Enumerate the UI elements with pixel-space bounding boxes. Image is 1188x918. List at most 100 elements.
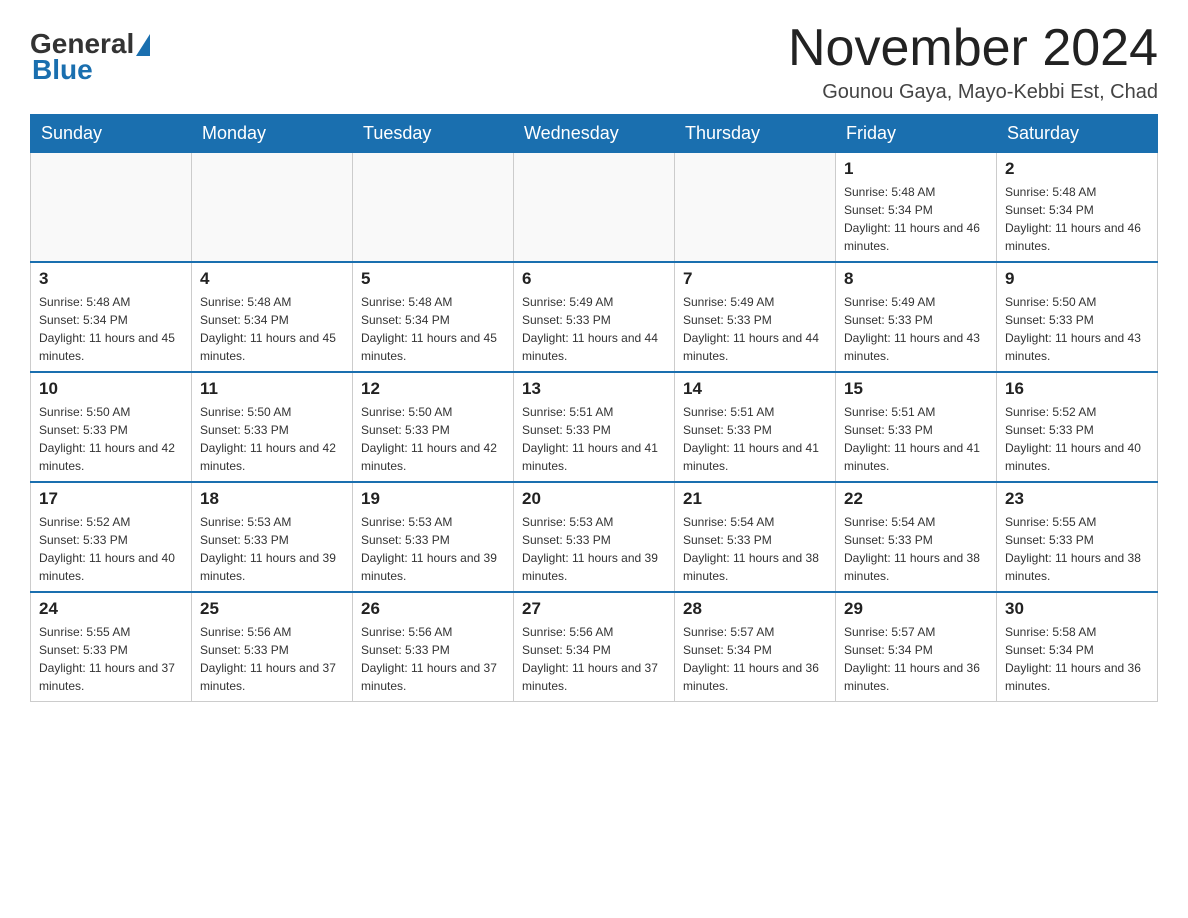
day-info: Sunrise: 5:52 AMSunset: 5:33 PMDaylight:…	[39, 513, 183, 585]
day-number: 22	[844, 489, 988, 509]
day-info: Sunrise: 5:48 AMSunset: 5:34 PMDaylight:…	[361, 293, 505, 365]
calendar-cell: 19 Sunrise: 5:53 AMSunset: 5:33 PMDayligh…	[353, 482, 514, 592]
weekday-header-saturday: Saturday	[997, 115, 1158, 153]
calendar-week-2: 3 Sunrise: 5:48 AMSunset: 5:34 PMDaylight…	[31, 262, 1158, 372]
calendar-cell: 3 Sunrise: 5:48 AMSunset: 5:34 PMDaylight…	[31, 262, 192, 372]
calendar-cell: 22 Sunrise: 5:54 AMSunset: 5:33 PMDayligh…	[836, 482, 997, 592]
day-info: Sunrise: 5:55 AMSunset: 5:33 PMDaylight:…	[39, 623, 183, 695]
day-number: 24	[39, 599, 183, 619]
calendar-cell: 29 Sunrise: 5:57 AMSunset: 5:34 PMDayligh…	[836, 592, 997, 702]
day-info: Sunrise: 5:49 AMSunset: 5:33 PMDaylight:…	[683, 293, 827, 365]
calendar-cell: 15Sunrise: 5:51 AMSunset: 5:33 PMDayligh…	[836, 372, 997, 482]
day-number: 12	[361, 379, 505, 399]
calendar-cell: 21 Sunrise: 5:54 AMSunset: 5:33 PMDayligh…	[675, 482, 836, 592]
day-info: Sunrise: 5:53 AMSunset: 5:33 PMDaylight:…	[361, 513, 505, 585]
day-number: 20	[522, 489, 666, 509]
day-info: Sunrise: 5:54 AMSunset: 5:33 PMDaylight:…	[844, 513, 988, 585]
calendar-cell	[192, 153, 353, 263]
calendar-cell: 12 Sunrise: 5:50 AMSunset: 5:33 PMDayligh…	[353, 372, 514, 482]
day-info: Sunrise: 5:52 AMSunset: 5:33 PMDaylight:…	[1005, 403, 1149, 475]
day-info: Sunrise: 5:50 AMSunset: 5:33 PMDaylight:…	[361, 403, 505, 475]
day-info: Sunrise: 5:48 AMSunset: 5:34 PMDaylight:…	[844, 183, 988, 255]
day-number: 27	[522, 599, 666, 619]
day-number: 8	[844, 269, 988, 289]
calendar-week-4: 17 Sunrise: 5:52 AMSunset: 5:33 PMDayligh…	[31, 482, 1158, 592]
day-info: Sunrise: 5:50 AMSunset: 5:33 PMDaylight:…	[1005, 293, 1149, 365]
day-number: 26	[361, 599, 505, 619]
day-number: 17	[39, 489, 183, 509]
calendar-cell: 5 Sunrise: 5:48 AMSunset: 5:34 PMDaylight…	[353, 262, 514, 372]
calendar-cell: 2 Sunrise: 5:48 AMSunset: 5:34 PMDaylight…	[997, 153, 1158, 263]
day-info: Sunrise: 5:56 AMSunset: 5:34 PMDaylight:…	[522, 623, 666, 695]
calendar-week-5: 24 Sunrise: 5:55 AMSunset: 5:33 PMDayligh…	[31, 592, 1158, 702]
calendar-cell: 20Sunrise: 5:53 AMSunset: 5:33 PMDayligh…	[514, 482, 675, 592]
day-number: 21	[683, 489, 827, 509]
day-info: Sunrise: 5:48 AMSunset: 5:34 PMDaylight:…	[200, 293, 344, 365]
day-number: 2	[1005, 159, 1149, 179]
day-info: Sunrise: 5:53 AMSunset: 5:33 PMDaylight:…	[200, 513, 344, 585]
calendar-week-1: 1Sunrise: 5:48 AMSunset: 5:34 PMDaylight…	[31, 153, 1158, 263]
day-info: Sunrise: 5:50 AMSunset: 5:33 PMDaylight:…	[200, 403, 344, 475]
calendar-cell: 10 Sunrise: 5:50 AMSunset: 5:33 PMDayligh…	[31, 372, 192, 482]
day-number: 23	[1005, 489, 1149, 509]
day-info: Sunrise: 5:48 AMSunset: 5:34 PMDaylight:…	[1005, 183, 1149, 255]
calendar-table: SundayMondayTuesdayWednesdayThursdayFrid…	[30, 114, 1158, 702]
calendar-cell: 13 Sunrise: 5:51 AMSunset: 5:33 PMDayligh…	[514, 372, 675, 482]
calendar-cell	[353, 153, 514, 263]
month-title: November 2024	[788, 20, 1158, 77]
calendar-cell: 7 Sunrise: 5:49 AMSunset: 5:33 PMDaylight…	[675, 262, 836, 372]
logo-blue-text: Blue	[32, 54, 93, 86]
day-number: 18	[200, 489, 344, 509]
title-area: November 2024 Gounou Gaya, Mayo-Kebbi Es…	[788, 20, 1158, 104]
calendar-cell: 17 Sunrise: 5:52 AMSunset: 5:33 PMDayligh…	[31, 482, 192, 592]
weekday-header-wednesday: Wednesday	[514, 115, 675, 153]
day-number: 25	[200, 599, 344, 619]
day-info: Sunrise: 5:58 AMSunset: 5:34 PMDaylight:…	[1005, 623, 1149, 695]
calendar-cell: 27 Sunrise: 5:56 AMSunset: 5:34 PMDayligh…	[514, 592, 675, 702]
day-number: 15	[844, 379, 988, 399]
day-number: 19	[361, 489, 505, 509]
day-number: 13	[522, 379, 666, 399]
calendar-body: 1Sunrise: 5:48 AMSunset: 5:34 PMDaylight…	[31, 153, 1158, 702]
logo: General Blue	[30, 30, 150, 86]
calendar-cell: 8Sunrise: 5:49 AMSunset: 5:33 PMDaylight…	[836, 262, 997, 372]
day-number: 7	[683, 269, 827, 289]
day-number: 16	[1005, 379, 1149, 399]
day-info: Sunrise: 5:56 AMSunset: 5:33 PMDaylight:…	[361, 623, 505, 695]
day-info: Sunrise: 5:56 AMSunset: 5:33 PMDaylight:…	[200, 623, 344, 695]
calendar-cell	[675, 153, 836, 263]
calendar-cell	[514, 153, 675, 263]
calendar-cell: 28Sunrise: 5:57 AMSunset: 5:34 PMDayligh…	[675, 592, 836, 702]
calendar-cell: 14Sunrise: 5:51 AMSunset: 5:33 PMDayligh…	[675, 372, 836, 482]
calendar-header: SundayMondayTuesdayWednesdayThursdayFrid…	[31, 115, 1158, 153]
calendar-cell: 9Sunrise: 5:50 AMSunset: 5:33 PMDaylight…	[997, 262, 1158, 372]
day-number: 28	[683, 599, 827, 619]
weekday-header-monday: Monday	[192, 115, 353, 153]
day-info: Sunrise: 5:50 AMSunset: 5:33 PMDaylight:…	[39, 403, 183, 475]
day-number: 5	[361, 269, 505, 289]
day-info: Sunrise: 5:51 AMSunset: 5:33 PMDaylight:…	[522, 403, 666, 475]
header-area: General Blue November 2024 Gounou Gaya, …	[30, 20, 1158, 104]
day-info: Sunrise: 5:48 AMSunset: 5:34 PMDaylight:…	[39, 293, 183, 365]
day-info: Sunrise: 5:49 AMSunset: 5:33 PMDaylight:…	[522, 293, 666, 365]
day-info: Sunrise: 5:51 AMSunset: 5:33 PMDaylight:…	[683, 403, 827, 475]
calendar-cell: 26 Sunrise: 5:56 AMSunset: 5:33 PMDayligh…	[353, 592, 514, 702]
calendar-cell: 30Sunrise: 5:58 AMSunset: 5:34 PMDayligh…	[997, 592, 1158, 702]
day-info: Sunrise: 5:54 AMSunset: 5:33 PMDaylight:…	[683, 513, 827, 585]
calendar-cell: 18 Sunrise: 5:53 AMSunset: 5:33 PMDayligh…	[192, 482, 353, 592]
day-number: 10	[39, 379, 183, 399]
calendar-cell: 6Sunrise: 5:49 AMSunset: 5:33 PMDaylight…	[514, 262, 675, 372]
calendar-week-3: 10 Sunrise: 5:50 AMSunset: 5:33 PMDayligh…	[31, 372, 1158, 482]
day-number: 29	[844, 599, 988, 619]
calendar-cell: 1Sunrise: 5:48 AMSunset: 5:34 PMDaylight…	[836, 153, 997, 263]
day-info: Sunrise: 5:57 AMSunset: 5:34 PMDaylight:…	[844, 623, 988, 695]
weekday-header-tuesday: Tuesday	[353, 115, 514, 153]
calendar-cell: 4 Sunrise: 5:48 AMSunset: 5:34 PMDaylight…	[192, 262, 353, 372]
day-number: 4	[200, 269, 344, 289]
weekday-header-row: SundayMondayTuesdayWednesdayThursdayFrid…	[31, 115, 1158, 153]
calendar-cell: 25 Sunrise: 5:56 AMSunset: 5:33 PMDayligh…	[192, 592, 353, 702]
day-number: 11	[200, 379, 344, 399]
weekday-header-sunday: Sunday	[31, 115, 192, 153]
day-info: Sunrise: 5:55 AMSunset: 5:33 PMDaylight:…	[1005, 513, 1149, 585]
day-number: 3	[39, 269, 183, 289]
